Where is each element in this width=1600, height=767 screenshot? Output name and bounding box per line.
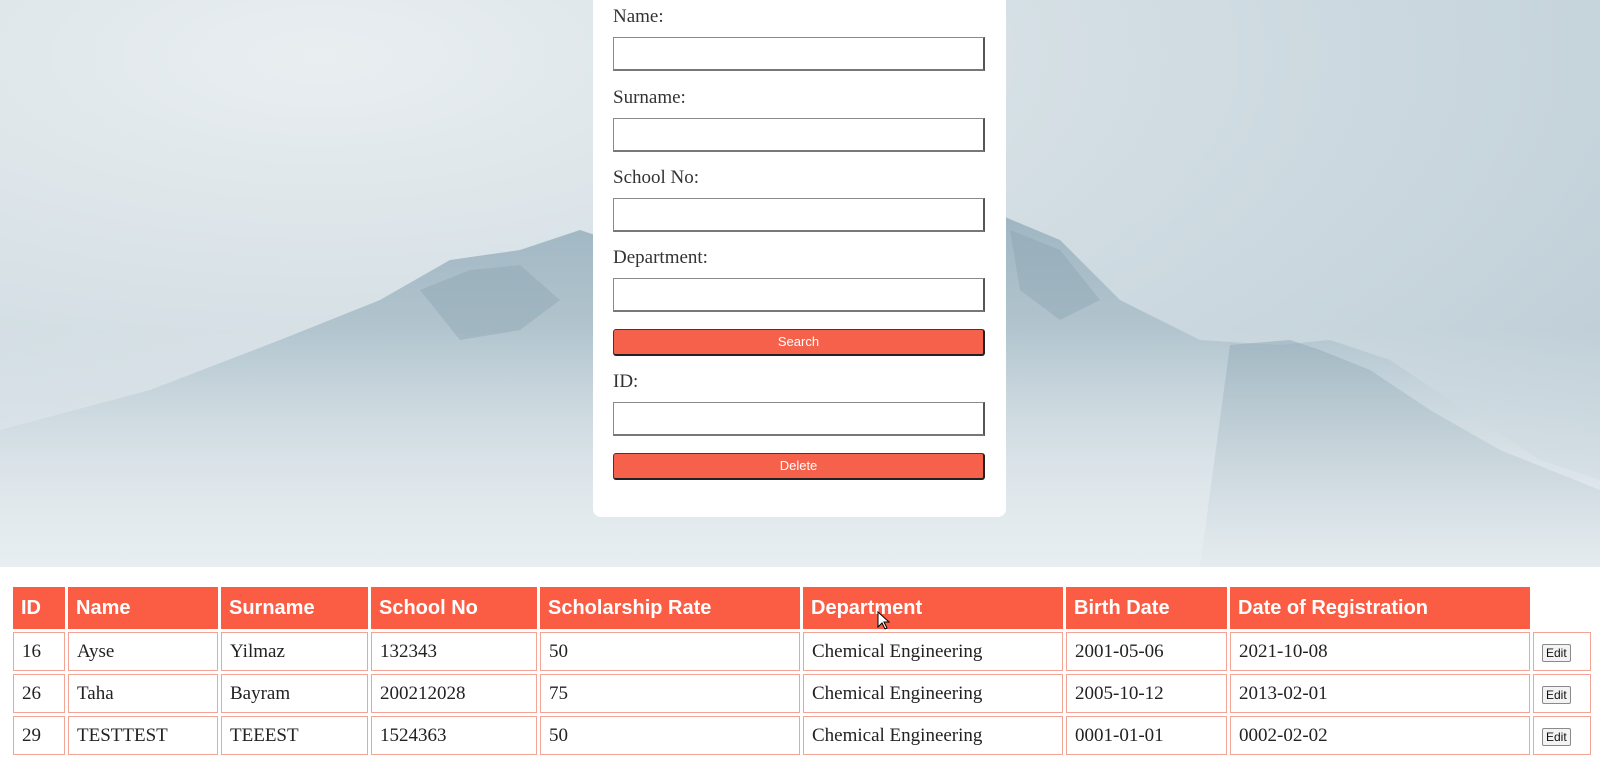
edit-button[interactable]: Edit: [1542, 643, 1571, 662]
header-date-of-registration: Date of Registration: [1230, 587, 1530, 629]
header-actions: [1533, 587, 1591, 629]
cell-birth-date: 2005-10-12: [1066, 674, 1227, 713]
header-birth-date: Birth Date: [1066, 587, 1227, 629]
search-button[interactable]: Search: [613, 329, 985, 356]
students-table: ID Name Surname School No Scholarship Ra…: [10, 584, 1594, 758]
cell-birth-date: 0001-01-01: [1066, 716, 1227, 755]
department-label: Department:: [613, 247, 708, 268]
id-label: ID:: [613, 371, 639, 392]
name-label: Name:: [613, 6, 664, 27]
header-scholarship-rate: Scholarship Rate: [540, 587, 800, 629]
cell-id: 29: [13, 716, 65, 755]
header-school-no: School No: [371, 587, 537, 629]
department-input[interactable]: [613, 278, 985, 312]
cell-actions: Edit: [1533, 716, 1591, 755]
cell-name: TESTTEST: [68, 716, 218, 755]
cell-actions: Edit: [1533, 674, 1591, 713]
cell-actions: Edit: [1533, 632, 1591, 671]
cell-date-of-registration: 2013-02-01: [1230, 674, 1530, 713]
cell-name: Ayse: [68, 632, 218, 671]
name-input[interactable]: [613, 37, 985, 71]
cell-department: Chemical Engineering: [803, 632, 1063, 671]
school-no-label: School No:: [613, 167, 700, 188]
header-surname: Surname: [221, 587, 368, 629]
cell-scholarship-rate: 75: [540, 674, 800, 713]
cell-department: Chemical Engineering: [803, 674, 1063, 713]
mouse-cursor-icon: [877, 611, 891, 630]
cell-id: 26: [13, 674, 65, 713]
cell-birth-date: 2001-05-06: [1066, 632, 1227, 671]
cell-surname: TEEEST: [221, 716, 368, 755]
table-row: 26 Taha Bayram 200212028 75 Chemical Eng…: [13, 674, 1591, 713]
cell-date-of-registration: 2021-10-08: [1230, 632, 1530, 671]
cell-school-no: 132343: [371, 632, 537, 671]
surname-label: Surname:: [613, 87, 686, 108]
table-row: 29 TESTTEST TEEEST 1524363 50 Chemical E…: [13, 716, 1591, 755]
id-input[interactable]: [613, 402, 985, 436]
cell-scholarship-rate: 50: [540, 716, 800, 755]
cell-id: 16: [13, 632, 65, 671]
school-no-input[interactable]: [613, 198, 985, 232]
cell-department: Chemical Engineering: [803, 716, 1063, 755]
cell-surname: Bayram: [221, 674, 368, 713]
students-table-container: ID Name Surname School No Scholarship Ra…: [10, 584, 1594, 758]
table-header-row: ID Name Surname School No Scholarship Ra…: [13, 587, 1591, 629]
delete-button[interactable]: Delete: [613, 453, 985, 480]
edit-button[interactable]: Edit: [1542, 727, 1571, 746]
cell-surname: Yilmaz: [221, 632, 368, 671]
header-department: Department: [803, 587, 1063, 629]
header-name: Name: [68, 587, 218, 629]
table-row: 16 Ayse Yilmaz 132343 50 Chemical Engine…: [13, 632, 1591, 671]
cell-school-no: 200212028: [371, 674, 537, 713]
cell-name: Taha: [68, 674, 218, 713]
cell-school-no: 1524363: [371, 716, 537, 755]
edit-button[interactable]: Edit: [1542, 685, 1571, 704]
header-id: ID: [13, 587, 65, 629]
cell-date-of-registration: 0002-02-02: [1230, 716, 1530, 755]
search-form-card: Name: Surname: School No: Department: Se…: [593, 0, 1006, 517]
cell-scholarship-rate: 50: [540, 632, 800, 671]
surname-input[interactable]: [613, 118, 985, 152]
